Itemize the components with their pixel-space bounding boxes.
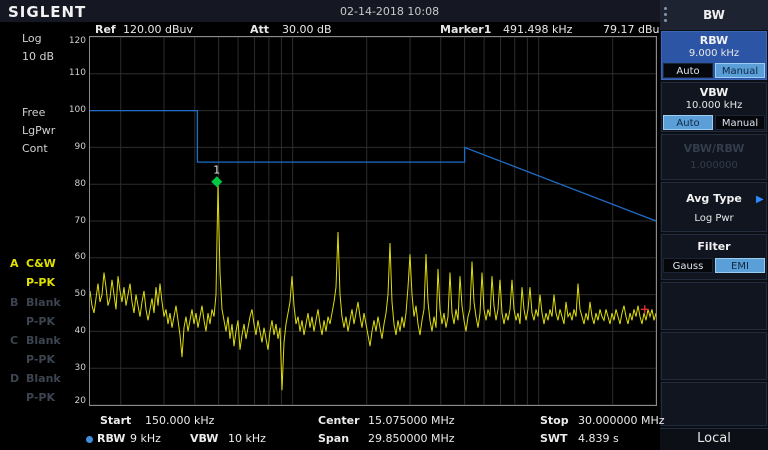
marker-id-label: 1: [213, 163, 220, 176]
span-label: Span: [318, 432, 349, 445]
submenu-arrow-icon: ▶: [756, 194, 764, 205]
trace-a-detector: P-PK: [26, 276, 55, 289]
stop-label: Stop: [540, 414, 569, 427]
scale-type-label: Log: [22, 32, 42, 45]
spectrum-plot-area: 1: [89, 36, 657, 406]
menu-title: BW: [660, 8, 768, 22]
marker-readout-label: Marker1: [440, 23, 491, 36]
vbw-value: 10.000 kHz: [661, 100, 767, 111]
start-value: 150.000 kHz: [145, 414, 214, 427]
sweep-cont-label: Cont: [22, 142, 48, 155]
softkey-empty-3: [661, 382, 767, 426]
y-tick-label: 100: [60, 105, 86, 115]
scale-div-label: 10 dB: [22, 50, 54, 63]
rbw-auto-toggle[interactable]: Auto: [663, 63, 713, 78]
filter-gauss-toggle[interactable]: Gauss: [663, 258, 713, 273]
trace-b-letter: B: [10, 296, 18, 309]
vbw-rbw-label: VBW/RBW: [661, 142, 767, 155]
trace-d-detector: P-PK: [26, 391, 55, 404]
rbw-footer-value: 9 kHz: [130, 432, 161, 445]
brand-logo: SIGLENT: [8, 3, 86, 21]
rbw-manual-toggle[interactable]: Manual: [715, 63, 765, 78]
ref-label: Ref: [95, 23, 116, 36]
trace-a-line: [90, 184, 656, 390]
vbw-auto-toggle[interactable]: Auto: [663, 115, 713, 130]
vbw-label: VBW: [661, 86, 767, 99]
y-tick-label: 20: [60, 396, 86, 406]
rbw-value: 9.000 kHz: [661, 48, 767, 59]
trace-a-letter: A: [10, 257, 19, 270]
y-tick-label: 40: [60, 326, 86, 336]
rbw-label: RBW: [661, 34, 767, 47]
y-tick-label: 110: [60, 68, 86, 78]
vbw-footer-label: VBW: [190, 432, 218, 445]
start-label: Start: [100, 414, 131, 427]
spectrum-chart: 1: [90, 37, 656, 405]
y-tick-label: 30: [60, 363, 86, 373]
trace-a-mode: C&W: [26, 257, 56, 270]
y-tick-label: 90: [60, 142, 86, 152]
trace-c-letter: C: [10, 334, 18, 347]
y-tick-label: 120: [60, 36, 86, 46]
filter-emi-toggle[interactable]: EMI: [715, 258, 765, 273]
avg-mode-label: LgPwr: [22, 124, 55, 137]
datetime-display: 02-14-2018 10:08: [340, 5, 439, 18]
trace-d-mode: Blank: [26, 372, 61, 385]
softkey-vbw-rbw: [661, 134, 767, 180]
limit-line: [90, 111, 656, 221]
y-tick-label: 60: [60, 252, 86, 262]
softkey-empty-1: [661, 282, 767, 330]
swt-label: SWT: [540, 432, 568, 445]
vbw-rbw-value: 1.000000: [661, 160, 767, 171]
y-tick-label: 70: [60, 216, 86, 226]
trace-d-letter: D: [10, 372, 19, 385]
att-value: 30.00 dB: [282, 23, 332, 36]
softkey-empty-2: [661, 332, 767, 380]
trace-b-detector: P-PK: [26, 315, 55, 328]
analyzer-screen: SIGLENT 02-14-2018 10:08 Ref 120.00 dBuv…: [0, 0, 768, 450]
avg-type-label: Avg Type: [661, 192, 767, 205]
center-label: Center: [318, 414, 360, 427]
y-tick-label: 80: [60, 179, 86, 189]
vbw-manual-toggle[interactable]: Manual: [715, 115, 765, 130]
marker-readout-level: 79.17 dBuv: [603, 23, 666, 36]
local-label: Local: [660, 431, 768, 446]
avg-type-value: Log Pwr: [661, 213, 767, 224]
trace-c-detector: P-PK: [26, 353, 55, 366]
center-value: 15.075000 MHz: [368, 414, 455, 427]
y-tick-label: 50: [60, 289, 86, 299]
vbw-footer-value: 10 kHz: [228, 432, 266, 445]
att-label: Att: [250, 23, 269, 36]
softkey-avg-type[interactable]: [661, 182, 767, 232]
swt-value: 4.839 s: [578, 432, 619, 445]
stop-value: 30.000000 MHz: [578, 414, 665, 427]
span-value: 29.850000 MHz: [368, 432, 455, 445]
marker-diamond-icon[interactable]: [211, 176, 222, 187]
filter-label: Filter: [661, 240, 767, 253]
marker-readout-freq: 491.498 kHz: [503, 23, 572, 36]
trace-c-mode: Blank: [26, 334, 61, 347]
trace-b-mode: Blank: [26, 296, 61, 309]
top-bar: [0, 0, 660, 22]
rbw-footer-label: RBW: [97, 432, 125, 445]
trigger-mode-label: Free: [22, 106, 45, 119]
ref-value: 120.00 dBuv: [123, 23, 193, 36]
rbw-indicator-dot-icon: [86, 436, 93, 443]
